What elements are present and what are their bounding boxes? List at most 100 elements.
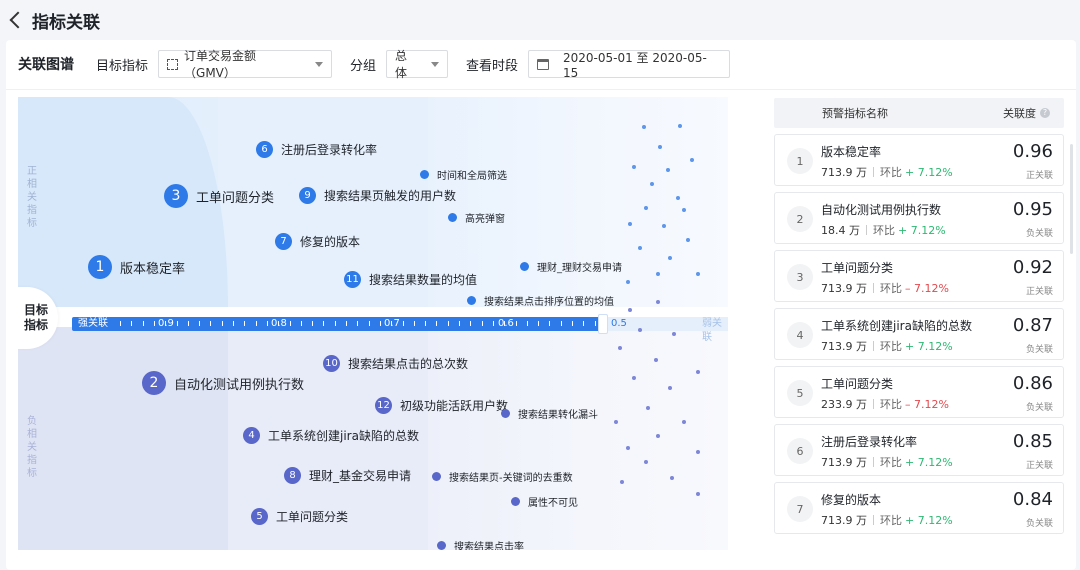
positive-node-7[interactable]: 7 修复的版本	[275, 233, 360, 250]
node-number-badge: 12	[375, 397, 392, 414]
weak-positive-dot	[676, 196, 680, 200]
weak-positive-dot	[662, 224, 666, 228]
node-label: 属性不可见	[528, 498, 578, 509]
axis-end-label: 0.5	[611, 318, 627, 329]
positive-node-3[interactable]: 3 工单问题分类	[164, 184, 274, 208]
axis-slider-handle[interactable]	[598, 314, 608, 334]
rank-badge: 5	[787, 380, 813, 406]
positive-minor-node[interactable]: 高亮弹窗	[448, 210, 505, 225]
axis-tick	[267, 321, 268, 326]
axis-tick	[357, 321, 358, 326]
negative-node-5[interactable]: 5 工单问题分类	[251, 508, 348, 525]
metric-value: 713.9 万	[821, 514, 867, 527]
negative-node-2[interactable]: 2 自动化测试用例执行数	[142, 371, 304, 395]
alert-metric-item[interactable]: 5 工单问题分类 233.9 万环比 – 7.12% 0.86 负关联	[774, 366, 1064, 418]
metric-stats: 713.9 万环比 + 7.12%	[821, 512, 953, 528]
back-arrow-icon[interactable]	[9, 11, 27, 29]
axis-tick	[278, 321, 279, 326]
weak-negative-dot	[618, 346, 622, 350]
weak-positive-dot	[658, 145, 662, 149]
weak-positive-dot	[628, 222, 632, 226]
weak-positive-dot	[626, 280, 630, 284]
positive-minor-node[interactable]: 搜索结果点击排序位置的均值	[467, 293, 614, 308]
metric-icon	[167, 58, 179, 70]
separator	[873, 515, 874, 525]
node-number-badge: 3	[164, 184, 188, 208]
rank-badge: 1	[787, 148, 813, 174]
negative-node-12[interactable]: 12 初级功能活跃用户数	[375, 397, 508, 414]
axis-strong-label: 强关联	[78, 318, 108, 329]
section-title: 关联图谱	[18, 57, 74, 73]
date-range-picker[interactable]: 2020-05-01 至 2020-05-15	[528, 50, 731, 80]
weak-negative-dot	[672, 332, 676, 336]
negative-node-10[interactable]: 10 搜索结果点击的总次数	[323, 355, 468, 372]
positive-side-label: 正 相 关 指 标	[27, 166, 37, 229]
correlation-tag: 负关联	[1025, 403, 1053, 413]
help-icon[interactable]: ?	[1040, 108, 1050, 118]
axis-tick	[312, 321, 313, 326]
compare-label: 环比	[880, 456, 902, 469]
metric-value: 233.9 万	[821, 398, 867, 411]
node-number-badge: 5	[251, 508, 268, 525]
axis-tick	[233, 321, 234, 326]
correlation-tag: 正关联	[1025, 287, 1053, 297]
node-number-badge: 1	[88, 255, 112, 279]
weak-negative-dot	[614, 420, 618, 424]
correlation-tag: 正关联	[1025, 461, 1053, 471]
positive-minor-node[interactable]: 理财_理财交易申请	[520, 259, 622, 274]
node-dot-icon	[520, 262, 529, 271]
node-label: 修复的版本	[300, 235, 361, 249]
compare-change: + 7.12%	[905, 455, 953, 469]
metric-name: 版本稳定率	[821, 145, 882, 159]
axis-tick	[369, 321, 370, 326]
compare-label: 环比	[880, 398, 902, 411]
negative-side-label: 负 相 关 指 标	[27, 416, 37, 479]
group-select[interactable]: 总体	[386, 49, 449, 80]
correlation-score: 0.87	[1012, 315, 1053, 336]
positive-node-6[interactable]: 6 注册后登录转化率	[256, 141, 377, 158]
axis-tick	[380, 321, 381, 326]
metric-stats: 713.9 万环比 + 7.12%	[821, 164, 953, 180]
main-card: 关联图谱 目标指标 订单交易金额（GMV） 分组 总体 查看时段 2020-05…	[6, 40, 1076, 570]
alert-metric-item[interactable]: 6 注册后登录转化率 713.9 万环比 + 7.12% 0.85 正关联	[774, 424, 1064, 476]
weak-negative-dot	[628, 308, 632, 312]
node-label: 高亮弹窗	[465, 214, 505, 225]
negative-node-4[interactable]: 4 工单系统创建jira缺陷的总数	[243, 427, 419, 444]
rank-badge: 7	[787, 496, 813, 522]
correlation-tag: 负关联	[1025, 345, 1053, 355]
negative-node-8[interactable]: 8 理财_基金交易申请	[284, 467, 411, 484]
alert-metric-item[interactable]: 7 修复的版本 713.9 万环比 + 7.12% 0.84 负关联	[774, 482, 1064, 534]
alert-metric-item[interactable]: 4 工单系统创建jira缺陷的总数 713.9 万环比 + 7.12% 0.87 负关联	[774, 308, 1064, 360]
node-label: 自动化测试用例执行数	[174, 377, 305, 393]
negative-minor-node[interactable]: 搜索结果页-关键词的去重数	[432, 469, 573, 484]
alert-metric-list: 1 版本稳定率 713.9 万环比 + 7.12% 0.96 正关联 2 自动化测试用例执行数…	[774, 134, 1064, 534]
weak-positive-dot	[690, 158, 694, 162]
metric-select-value: 订单交易金额（GMV）	[184, 49, 257, 80]
node-label: 工单系统创建jira缺陷的总数	[268, 429, 419, 443]
alert-metric-item[interactable]: 1 版本稳定率 713.9 万环比 + 7.12% 0.96 正关联	[774, 134, 1064, 186]
metric-select[interactable]: 订单交易金额（GMV）	[158, 49, 333, 80]
compare-label: 环比	[873, 224, 895, 237]
positive-node-11[interactable]: 11 搜索结果数量的均值	[344, 271, 477, 288]
weak-negative-dot	[646, 406, 650, 410]
negative-minor-node[interactable]: 搜索结果转化漏斗	[501, 406, 598, 421]
metric-name: 修复的版本	[821, 493, 882, 507]
metric-stats: 713.9 万环比 + 7.12%	[821, 338, 953, 354]
axis-tick	[572, 321, 573, 326]
weak-positive-dot	[642, 125, 646, 129]
compare-change: – 7.12%	[905, 281, 949, 295]
negative-minor-node[interactable]: 属性不可见	[511, 494, 578, 509]
positive-minor-node[interactable]: 时间和全局筛选	[420, 167, 507, 182]
metric-name: 工单系统创建jira缺陷的总数	[821, 319, 972, 333]
weak-negative-dot	[654, 358, 658, 362]
separator	[866, 225, 867, 235]
positive-node-9[interactable]: 9 搜索结果页触发的用户数	[299, 187, 456, 204]
weak-negative-dot	[670, 476, 674, 480]
scrollbar[interactable]	[1070, 144, 1073, 254]
positive-node-1[interactable]: 1 版本稳定率	[88, 255, 185, 279]
node-number-badge: 8	[284, 467, 301, 484]
alert-metric-item[interactable]: 2 自动化测试用例执行数 18.4 万环比 + 7.12% 0.95 负关联	[774, 192, 1064, 244]
node-label: 理财_理财交易申请	[537, 263, 622, 274]
alert-metric-item[interactable]: 3 工单问题分类 713.9 万环比 – 7.12% 0.92 正关联	[774, 250, 1064, 302]
negative-minor-node[interactable]: 搜索结果点击率	[437, 538, 524, 550]
